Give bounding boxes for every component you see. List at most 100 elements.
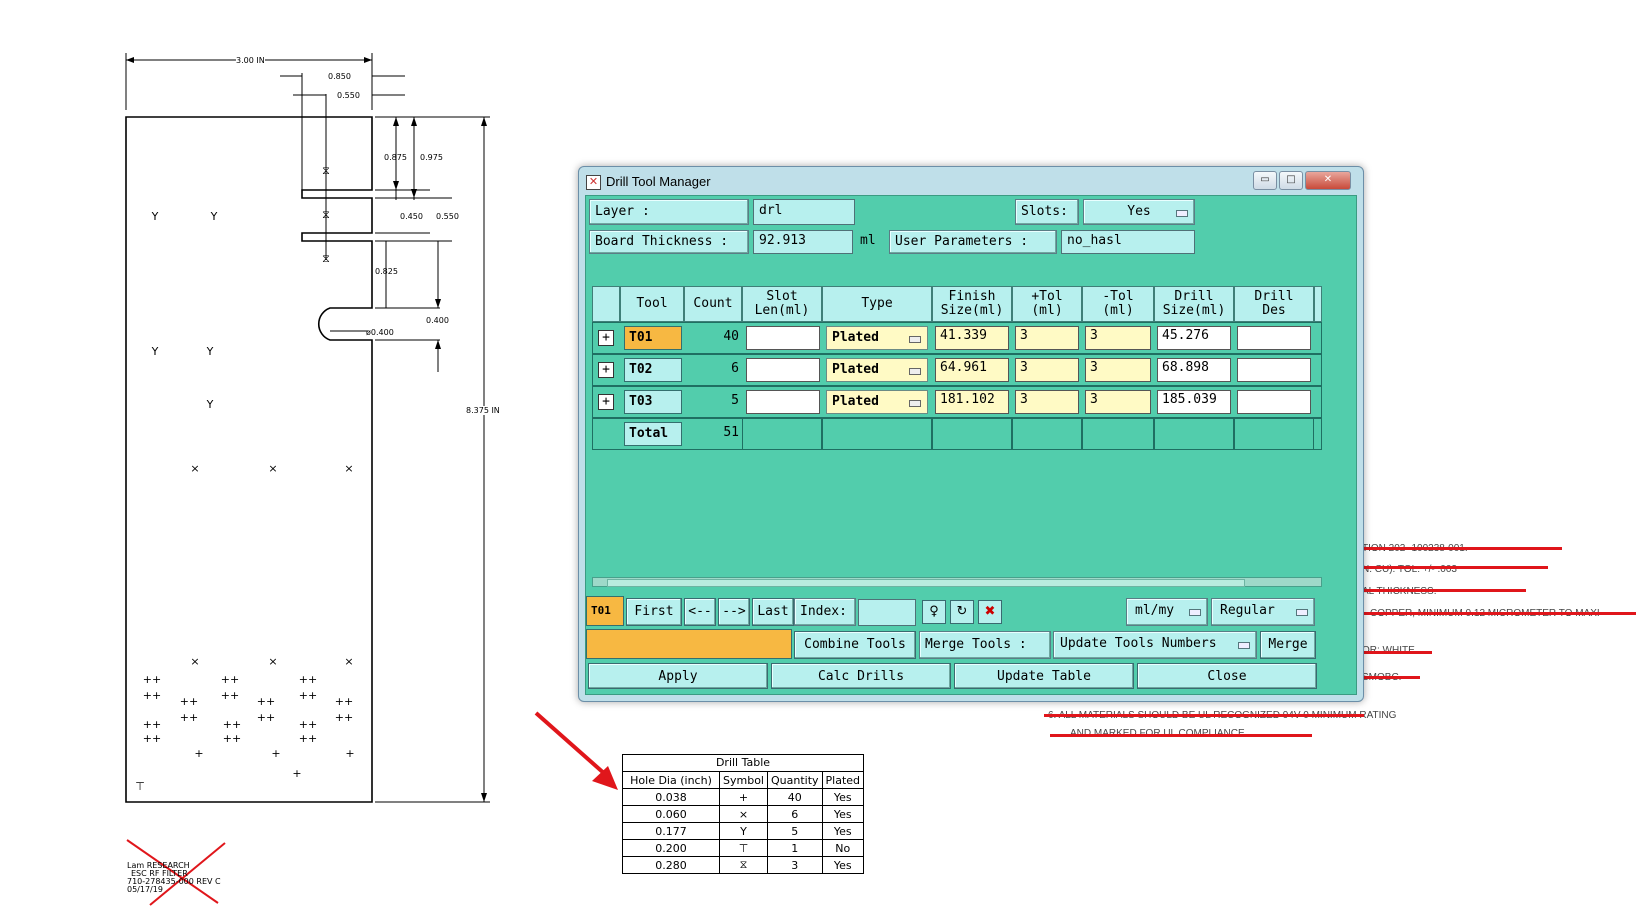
finish-size-input[interactable]: 41.339 xyxy=(935,326,1009,350)
svg-text:++: ++ xyxy=(180,695,198,708)
svg-text:⊤: ⊤ xyxy=(135,780,145,793)
layer-field[interactable]: drl xyxy=(753,199,855,225)
mode-dropdown[interactable]: Regular xyxy=(1211,598,1315,626)
minus-tol-input[interactable]: 3 xyxy=(1085,390,1151,414)
svg-text:++: ++ xyxy=(143,718,161,731)
plus-tol-input[interactable]: 3 xyxy=(1015,390,1079,414)
drill-des-input[interactable] xyxy=(1237,358,1311,382)
apply-button[interactable]: Apply xyxy=(588,663,768,689)
hole-dia: 0.060 xyxy=(622,805,720,823)
svg-text:++: ++ xyxy=(299,689,317,702)
drill-size-input[interactable]: 45.276 xyxy=(1157,326,1231,350)
slot-len-input[interactable] xyxy=(746,326,820,350)
maximize-button[interactable]: □ xyxy=(1279,171,1303,190)
update-table-button[interactable]: Update Table xyxy=(954,663,1134,689)
dim-0825: 0.825 xyxy=(375,267,398,276)
svg-text:Y: Y xyxy=(210,210,218,223)
refresh-icon[interactable]: ↻ xyxy=(950,600,974,624)
last-button[interactable]: Last xyxy=(752,598,794,626)
count-cell: 5 xyxy=(731,393,739,408)
dropdown-indicator-icon xyxy=(909,400,921,407)
minus-tol-input[interactable]: 3 xyxy=(1085,326,1151,350)
slots-dropdown[interactable]: Yes xyxy=(1083,199,1195,225)
first-button[interactable]: First xyxy=(626,598,682,626)
minus-tol-input[interactable]: 3 xyxy=(1085,358,1151,382)
drill-size-input[interactable]: 185.039 xyxy=(1157,390,1231,414)
svg-text:++: ++ xyxy=(299,673,317,686)
update-tools-numbers-dropdown[interactable]: Update Tools Numbers xyxy=(1053,631,1257,659)
total-count: 51 xyxy=(723,425,739,440)
table-row: 0.060 × 6 Yes xyxy=(622,805,865,823)
header-minus-tol: -Tol (ml) xyxy=(1082,286,1154,322)
type-dropdown[interactable]: Plated xyxy=(826,390,928,414)
svg-text:×: × xyxy=(190,462,199,475)
strike-line xyxy=(1356,651,1432,654)
prev-button[interactable]: <-- xyxy=(684,598,716,626)
svg-text:Y: Y xyxy=(151,210,159,223)
index-field[interactable] xyxy=(858,599,916,626)
minimize-button[interactable]: ▭ xyxy=(1253,171,1277,190)
hole-dia: 0.280 xyxy=(622,856,720,874)
tool-cell[interactable]: T02 xyxy=(624,358,682,382)
tools-table: Tool Count Slot Len(ml) Type Finish Size(m… xyxy=(592,286,1322,452)
expand-icon[interactable]: + xyxy=(598,330,614,346)
user-parameters-field[interactable]: no_hasl xyxy=(1061,230,1195,254)
svg-text:×: × xyxy=(190,655,199,668)
total-label: Total xyxy=(624,422,682,446)
header-tool: Tool xyxy=(620,286,684,322)
expand-icon[interactable]: + xyxy=(598,362,614,378)
horizontal-scrollbar[interactable] xyxy=(592,577,1322,587)
svg-text:++: ++ xyxy=(143,689,161,702)
drill-des-input[interactable] xyxy=(1237,390,1311,414)
thickness-unit: ml xyxy=(860,233,876,248)
units-dropdown[interactable]: ml/my xyxy=(1126,598,1208,626)
close-window-button[interactable]: ✕ xyxy=(1305,171,1351,190)
update-tools-numbers-value: Update Tools Numbers xyxy=(1060,636,1217,651)
header-plus-tol: +Tol (ml) xyxy=(1012,286,1082,322)
tool-cell[interactable]: T03 xyxy=(624,390,682,414)
drill-size-input[interactable]: 68.898 xyxy=(1157,358,1231,382)
index-label: Index: xyxy=(794,598,856,626)
strike-line xyxy=(1050,734,1312,737)
units-value: ml/my xyxy=(1135,603,1175,618)
layer-label: Layer : xyxy=(589,199,749,225)
lightbulb-icon[interactable]: ♀ xyxy=(922,600,946,624)
app-icon: ✕ xyxy=(586,175,601,190)
drill-table-title: Drill Table xyxy=(622,754,865,771)
tool-cell[interactable]: T01 xyxy=(624,326,682,350)
svg-text:+: + xyxy=(194,747,203,760)
column-divider xyxy=(822,418,932,450)
svg-text:×: × xyxy=(268,655,277,668)
calc-drills-button[interactable]: Calc Drills xyxy=(771,663,951,689)
finish-size-input[interactable]: 181.102 xyxy=(935,390,1009,414)
next-button[interactable]: --> xyxy=(718,598,750,626)
finish-size-input[interactable]: 64.961 xyxy=(935,358,1009,382)
slot-len-input[interactable] xyxy=(746,358,820,382)
type-dropdown[interactable]: Plated xyxy=(826,358,928,382)
delete-icon[interactable]: ✖ xyxy=(978,600,1002,624)
merge-button[interactable]: Merge xyxy=(1260,631,1316,659)
svg-text:++: ++ xyxy=(299,718,317,731)
strike-line xyxy=(1356,589,1526,592)
svg-text:Y: Y xyxy=(206,398,214,411)
dropdown-indicator-icon xyxy=(1176,210,1188,217)
slot-len-input[interactable] xyxy=(746,390,820,414)
title-bar[interactable]: ✕ Drill Tool Manager ▭ □ ✕ xyxy=(579,167,1363,195)
header-count: Count xyxy=(684,286,742,322)
board-thickness-field[interactable]: 92.913 xyxy=(753,230,853,254)
scrollbar-thumb[interactable] xyxy=(607,579,1245,587)
expand-icon[interactable]: + xyxy=(598,394,614,410)
quantity: 40 xyxy=(766,788,823,806)
svg-text:++: ++ xyxy=(143,732,161,745)
column-divider xyxy=(742,418,822,450)
plus-tol-input[interactable]: 3 xyxy=(1015,358,1079,382)
dim-0550b: 0.550 xyxy=(436,212,459,221)
strike-line xyxy=(1044,714,1364,717)
svg-text:Y: Y xyxy=(206,345,214,358)
type-dropdown[interactable]: Plated xyxy=(826,326,928,350)
plus-tol-input[interactable]: 3 xyxy=(1015,326,1079,350)
dim-0850: 0.850 xyxy=(328,72,351,81)
drill-des-input[interactable] xyxy=(1237,326,1311,350)
close-button[interactable]: Close xyxy=(1137,663,1317,689)
combine-tools-button[interactable]: Combine Tools xyxy=(794,631,916,659)
